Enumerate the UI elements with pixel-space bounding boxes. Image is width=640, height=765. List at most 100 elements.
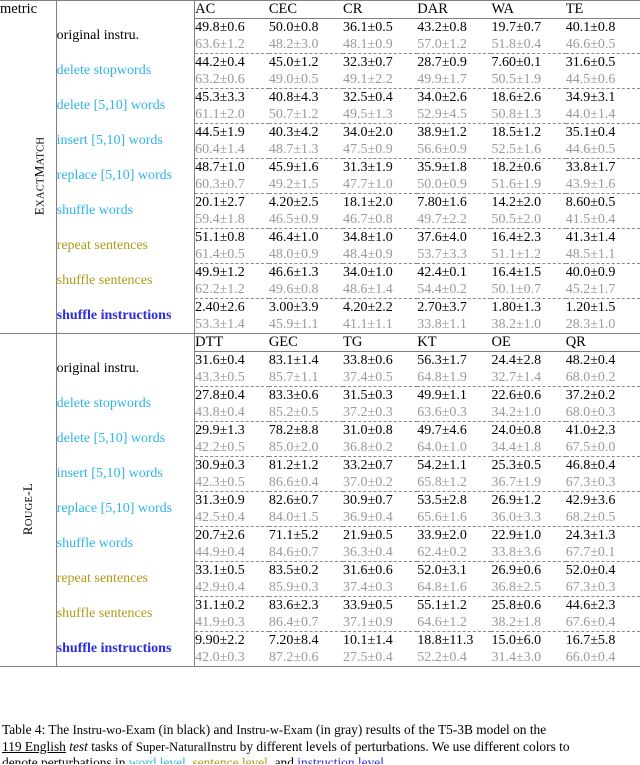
figure-caption: Table 4: The Instru-wo-Exam (in black) a… [2,722,638,764]
column-header-qr: QR [565,333,640,352]
cell-value-black: 16.7±5.8 [565,631,640,649]
cell-value-gray: 43.3±0.5 [195,370,245,385]
table-row: delete [5,10] words 45.3±3.3 40.8±4.3 32.5±… [0,88,640,124]
cell-value-black: 20.1±2.7 [194,193,269,211]
cell-value-gray: 48.0±0.9 [268,247,319,262]
cell-value-black: 1.80±1.3 [491,298,566,316]
cell-value-gray: 67.3±0.3 [565,580,616,595]
cell-value-black: 3.00±3.9 [268,298,344,316]
cell-value-gray: 49.1±2.2 [343,72,393,87]
cell-value-black: 40.8±4.3 [268,88,344,106]
cell-value-black: 35.9±1.8 [417,158,492,176]
cell-value-gray: 84.0±1.5 [268,510,319,525]
results-table-body: metric AC CEC CR DAR WA TE EXACTMATCH original i… [0,0,640,668]
table-row: delete stopwords 44.2±0.4 45.0±1.2 32.3±0.7… [0,53,640,89]
cell-value-gray: 44.0±1.4 [565,107,616,122]
cell-value-black: 45.3±3.3 [194,88,269,106]
cell-value-gray: 46.7±0.8 [343,212,393,227]
metric-column-header [0,333,57,352]
perturbation-label: original instru. [56,351,196,387]
caption-word-level-link[interactable]: word level [129,755,186,764]
column-header-ac: AC [194,0,269,19]
cell-value-black: 33.1±0.5 [194,561,269,579]
cell-value-gray: 37.0±0.2 [343,475,393,490]
cell-value-gray: 28.3±1.0 [565,317,616,332]
cell-value-gray: 65.8±1.2 [417,475,467,490]
cell-value-black: 30.9±0.7 [343,491,418,509]
cell-value-black: 33.8±0.6 [343,351,418,369]
keyword-instru-w-exam: Instru-w-Exam [236,723,313,737]
cell-value-gray: 32.7±1.4 [491,370,542,385]
cell-value-gray: 44.9±0.4 [195,545,245,560]
cell-value-black: 29.9±1.3 [194,421,269,439]
cell-value-gray: 67.5±0.0 [565,440,616,455]
cell-value-black: 18.1±2.0 [343,193,418,211]
caption-comma-2: , and [267,755,294,765]
cell-value-gray: 46.5±0.9 [268,212,319,227]
caption-period: . [383,755,388,765]
cell-value-gray: 51.1±1.2 [491,247,542,262]
cell-value-black: 42.9±3.6 [565,491,640,509]
cell-value-black: 44.5±1.9 [194,123,269,141]
cell-value-black: 31.3±0.9 [194,491,269,509]
cell-value-black: 33.9±2.0 [417,526,492,544]
cell-value-black: 33.8±1.7 [565,158,640,176]
cell-value-black: 83.1±1.4 [268,351,344,369]
column-header-row: DTT GEC TG KT OE QR [0,333,640,352]
cell-value-gray: 85.2±0.5 [268,405,319,420]
perturbation-label: repeat sentences [56,228,196,264]
cell-value-black: 38.9±1.2 [417,123,492,141]
cell-value-gray: 49.0±0.5 [268,72,319,87]
caption-line-1: Table 4: The Instru-wo-Exam (in black) a… [2,722,638,739]
cell-value-gray: 50.7±1.2 [268,107,319,122]
cell-value-gray: 85.0±2.0 [268,440,319,455]
perturbation-label: delete [5,10] words [56,88,196,124]
cell-value-black: 37.6±4.0 [417,228,492,246]
cell-value-gray: 60.3±0.7 [195,177,245,192]
cell-value-black: 31.1±0.2 [194,596,269,614]
cell-value-black: 31.0±0.8 [343,421,418,439]
cell-value-gray: 61.4±0.5 [195,247,245,262]
metric-label-rouge-l: ROUGE-L [0,351,57,667]
cell-value-black: 30.9±0.3 [194,456,269,474]
cell-value-gray: 56.6±0.9 [417,142,467,157]
cell-value-black: 31.6±0.5 [565,53,640,71]
cell-value-black: 40.3±4.2 [268,123,344,141]
cell-value-gray: 37.4±0.5 [343,370,393,385]
metric-column-header: metric [0,0,57,19]
cell-value-gray: 42.3±0.5 [195,475,245,490]
caption-text-2b: tasks of [91,738,133,754]
cell-value-gray: 62.2±1.2 [195,282,245,297]
cell-value-gray: 38.2±1.0 [491,317,542,332]
cell-value-gray: 36.3±0.4 [343,545,393,560]
cell-value-black: 7.60±0.1 [491,53,566,71]
perturbation-label: shuffle instructions [56,631,196,667]
cell-value-gray: 36.7±1.9 [491,475,542,490]
column-header-dar: DAR [417,0,492,19]
cell-value-gray: 43.9±1.6 [565,177,616,192]
cell-value-black: 83.5±0.2 [268,561,344,579]
cell-value-black: 34.9±3.1 [565,88,640,106]
cell-value-black: 49.9±1.1 [417,386,492,404]
table-bottom-rule [0,666,640,668]
cell-value-gray: 67.3±0.3 [565,475,616,490]
caption-instruction-level-link[interactable]: instruction level [297,755,384,764]
cell-value-black: 40.0±0.9 [565,263,640,281]
perturbation-column-header [56,0,196,19]
perturbation-label: shuffle instructions [56,298,196,334]
perturbation-label: delete [5,10] words [56,421,196,457]
table-row: repeat sentences 51.1±0.8 46.4±1.0 34.8±1.0… [0,228,640,264]
caption-sentence-level-link[interactable]: sentence level [192,755,267,764]
caption-text-2c: by different levels of perturbations. We… [239,738,570,754]
cell-value-black: 20.7±2.6 [194,526,269,544]
table-row: shuffle instructions 2.40±2.6 3.00±3.9 4.20… [0,298,640,334]
column-header-cec: CEC [268,0,344,19]
cell-value-gray: 46.6±0.5 [565,37,616,52]
cell-value-gray: 50.1±0.7 [491,282,542,297]
cell-value-gray: 49.6±0.8 [268,282,319,297]
cell-value-black: 8.60±0.5 [565,193,640,211]
cell-value-gray: 45.9±1.1 [268,317,319,332]
cell-value-gray: 48.4±0.9 [343,247,393,262]
perturbation-label: replace [5,10] words [56,158,196,194]
table-row: shuffle words 20.7±2.6 71.1±5.2 21.9±0.5 33.… [0,526,640,562]
